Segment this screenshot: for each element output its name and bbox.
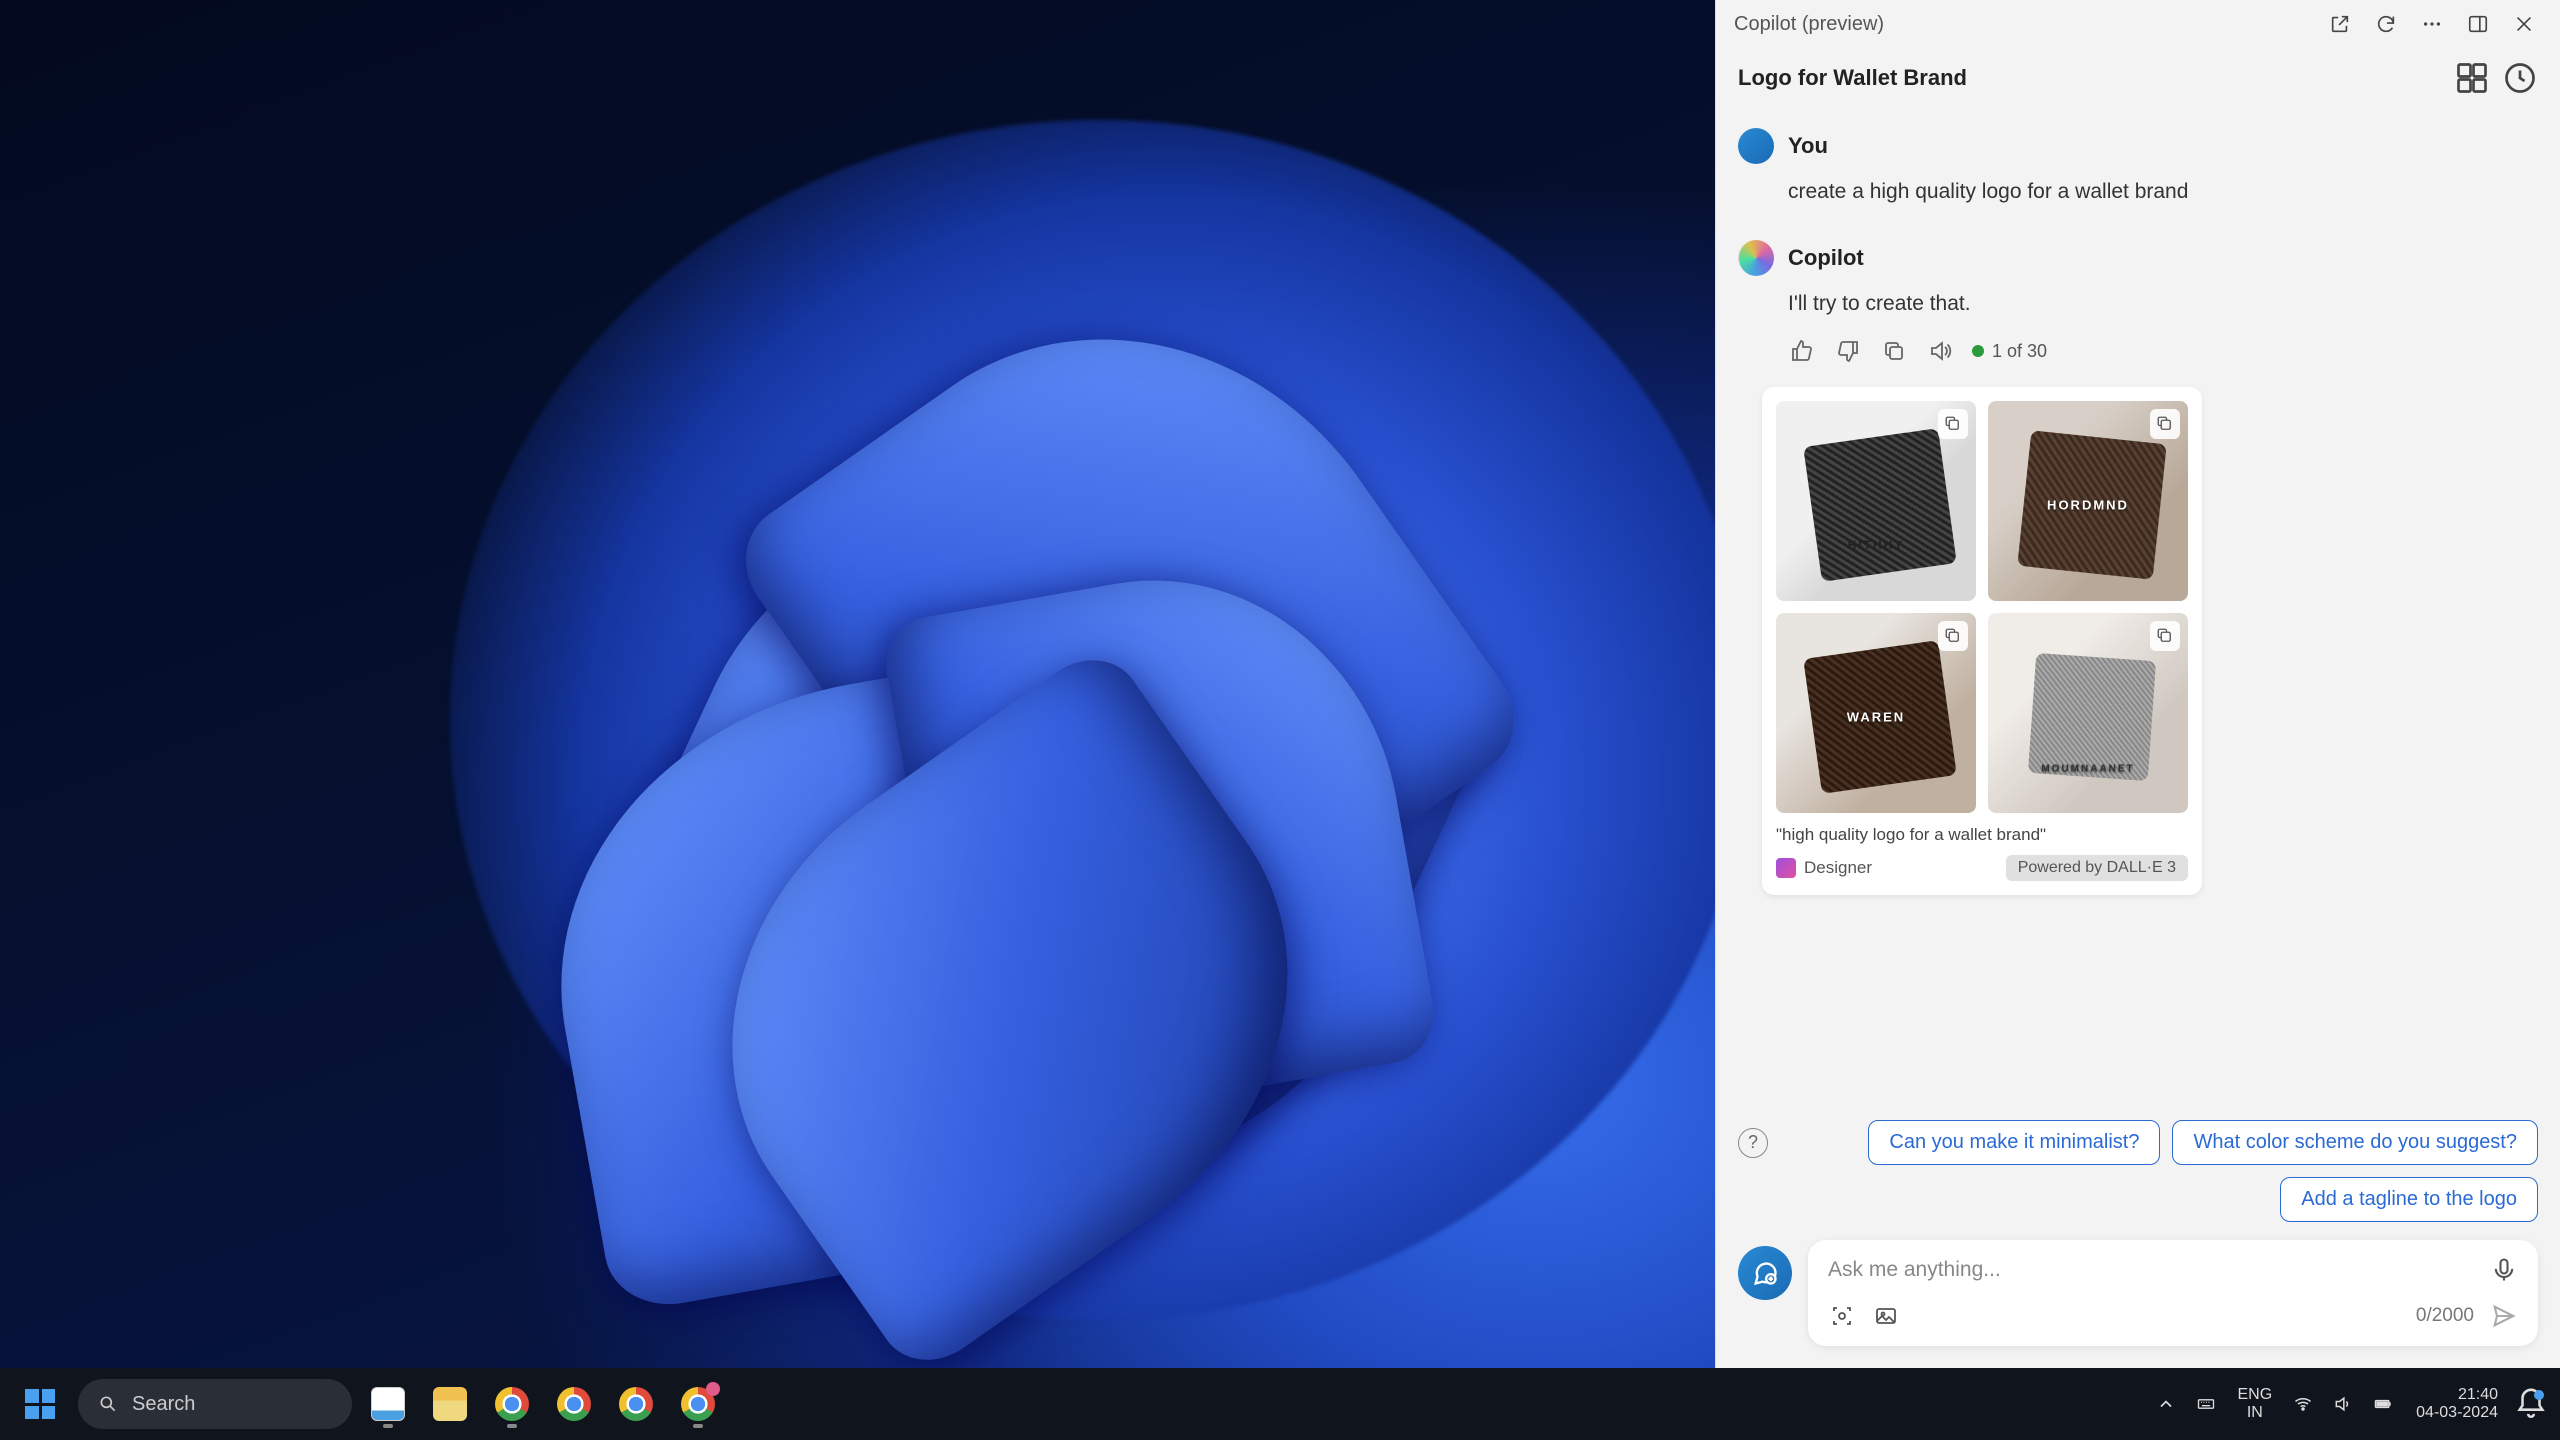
search-icon [98,1394,118,1414]
powered-by-badge: Powered by DALL·E 3 [2006,855,2188,881]
keyboard-icon[interactable] [2189,1382,2223,1426]
tray-chevron-icon[interactable] [2149,1382,2183,1426]
microphone-icon[interactable] [2490,1256,2518,1284]
new-topic-button[interactable] [1738,1246,1792,1300]
copilot-header: Copilot (preview) [1716,0,2560,48]
generated-image-3[interactable]: WAREN [1776,613,1976,813]
clock[interactable]: 21:40 04-03-2024 [2406,1386,2508,1423]
windows-logo-icon [25,1389,55,1419]
notification-dot-icon [2534,1390,2544,1400]
response-counter: 1 of 30 [1972,341,2047,362]
message-actions: 1 of 30 [1788,337,2538,365]
time-text: 21:40 [2416,1386,2498,1404]
suggestion-chip[interactable]: Add a tagline to the logo [2280,1177,2538,1222]
user-message-text: create a high quality logo for a wallet … [1788,176,2538,208]
taskbar-app-notepad[interactable] [362,1378,414,1430]
history-icon[interactable] [2502,60,2538,96]
date-text: 04-03-2024 [2416,1404,2498,1422]
notepad-icon [371,1387,405,1421]
image-caption: "high quality logo for a wallet brand" [1776,825,2188,845]
language-indicator[interactable]: ENG IN [2229,1386,2280,1423]
file-explorer-icon [433,1387,467,1421]
taskbar-app-chrome-2[interactable] [548,1378,600,1430]
copilot-message: Copilot I'll try to create that. [1738,240,2538,896]
generated-image-1[interactable]: HITHHY [1776,401,1976,601]
notification-badge-icon [706,1382,720,1396]
generated-image-2[interactable]: HORDMND [1988,401,2188,601]
read-aloud-icon[interactable] [1926,337,1954,365]
send-icon[interactable] [2490,1302,2518,1330]
user-avatar [1738,128,1774,164]
refresh-icon[interactable] [2368,6,2404,42]
search-placeholder: Search [132,1393,195,1416]
copy-image-icon[interactable] [2150,409,2180,439]
chrome-icon [619,1387,653,1421]
copilot-panel: Copilot (preview) Logo for Wallet Brand [1715,0,2560,1368]
notifications-button[interactable] [2514,1382,2548,1426]
close-icon[interactable] [2506,6,2542,42]
image-grid: HITHHY HORDMND WAREN [1776,401,2188,813]
copy-image-icon[interactable] [1938,409,1968,439]
status-dot-icon [1972,345,1984,357]
taskbar: Search ENG [0,1368,2560,1440]
image-results-card: HITHHY HORDMND WAREN [1762,387,2202,895]
wifi-icon[interactable] [2286,1382,2320,1426]
copilot-name-label: Copilot [1788,245,1864,271]
taskbar-app-chrome-1[interactable] [486,1378,538,1430]
open-external-icon[interactable] [2322,6,2358,42]
copilot-avatar [1738,240,1774,276]
battery-icon[interactable] [2366,1382,2400,1426]
char-count: 0/2000 [2416,1305,2474,1327]
volume-icon[interactable] [2326,1382,2360,1426]
taskbar-app-chrome-4[interactable] [672,1378,724,1430]
generated-image-4[interactable]: MOUMNAANET [1988,613,2188,813]
chrome-icon [495,1387,529,1421]
input-box: 0/2000 [1808,1240,2538,1346]
thumbs-down-icon[interactable] [1834,337,1862,365]
designer-attribution[interactable]: Designer [1776,858,1872,878]
user-message: You create a high quality logo for a wal… [1738,128,2538,208]
dock-icon[interactable] [2460,6,2496,42]
chrome-icon [557,1387,591,1421]
help-icon[interactable]: ? [1738,1128,1768,1158]
more-icon[interactable] [2414,6,2450,42]
copy-image-icon[interactable] [1938,621,1968,651]
copy-image-icon[interactable] [2150,621,2180,651]
user-name-label: You [1788,133,1828,159]
suggestion-chip[interactable]: Can you make it minimalist? [1868,1120,2160,1165]
copilot-subheader: Logo for Wallet Brand [1716,48,2560,108]
thumbs-up-icon[interactable] [1788,337,1816,365]
designer-icon [1776,858,1796,878]
suggestion-chip[interactable]: What color scheme do you suggest? [2172,1120,2538,1165]
counter-text: 1 of 30 [1992,341,2047,362]
prompt-input[interactable] [1828,1258,2478,1282]
copilot-message-text: I'll try to create that. [1788,288,2538,320]
image-upload-icon[interactable] [1872,1302,1900,1330]
copy-icon[interactable] [1880,337,1908,365]
copilot-body: You create a high quality logo for a wal… [1716,108,2560,1112]
taskbar-app-explorer[interactable] [424,1378,476,1430]
start-button[interactable] [12,1376,68,1432]
taskbar-search[interactable]: Search [78,1379,352,1429]
plugins-icon[interactable] [2454,60,2490,96]
input-area: 0/2000 [1716,1240,2560,1368]
taskbar-app-chrome-3[interactable] [610,1378,662,1430]
copilot-header-title: Copilot (preview) [1734,13,2312,36]
suggestion-row: ? Can you make it minimalist? What color… [1716,1112,2560,1240]
topic-title: Logo for Wallet Brand [1738,65,2442,91]
screenshot-icon[interactable] [1828,1302,1856,1330]
